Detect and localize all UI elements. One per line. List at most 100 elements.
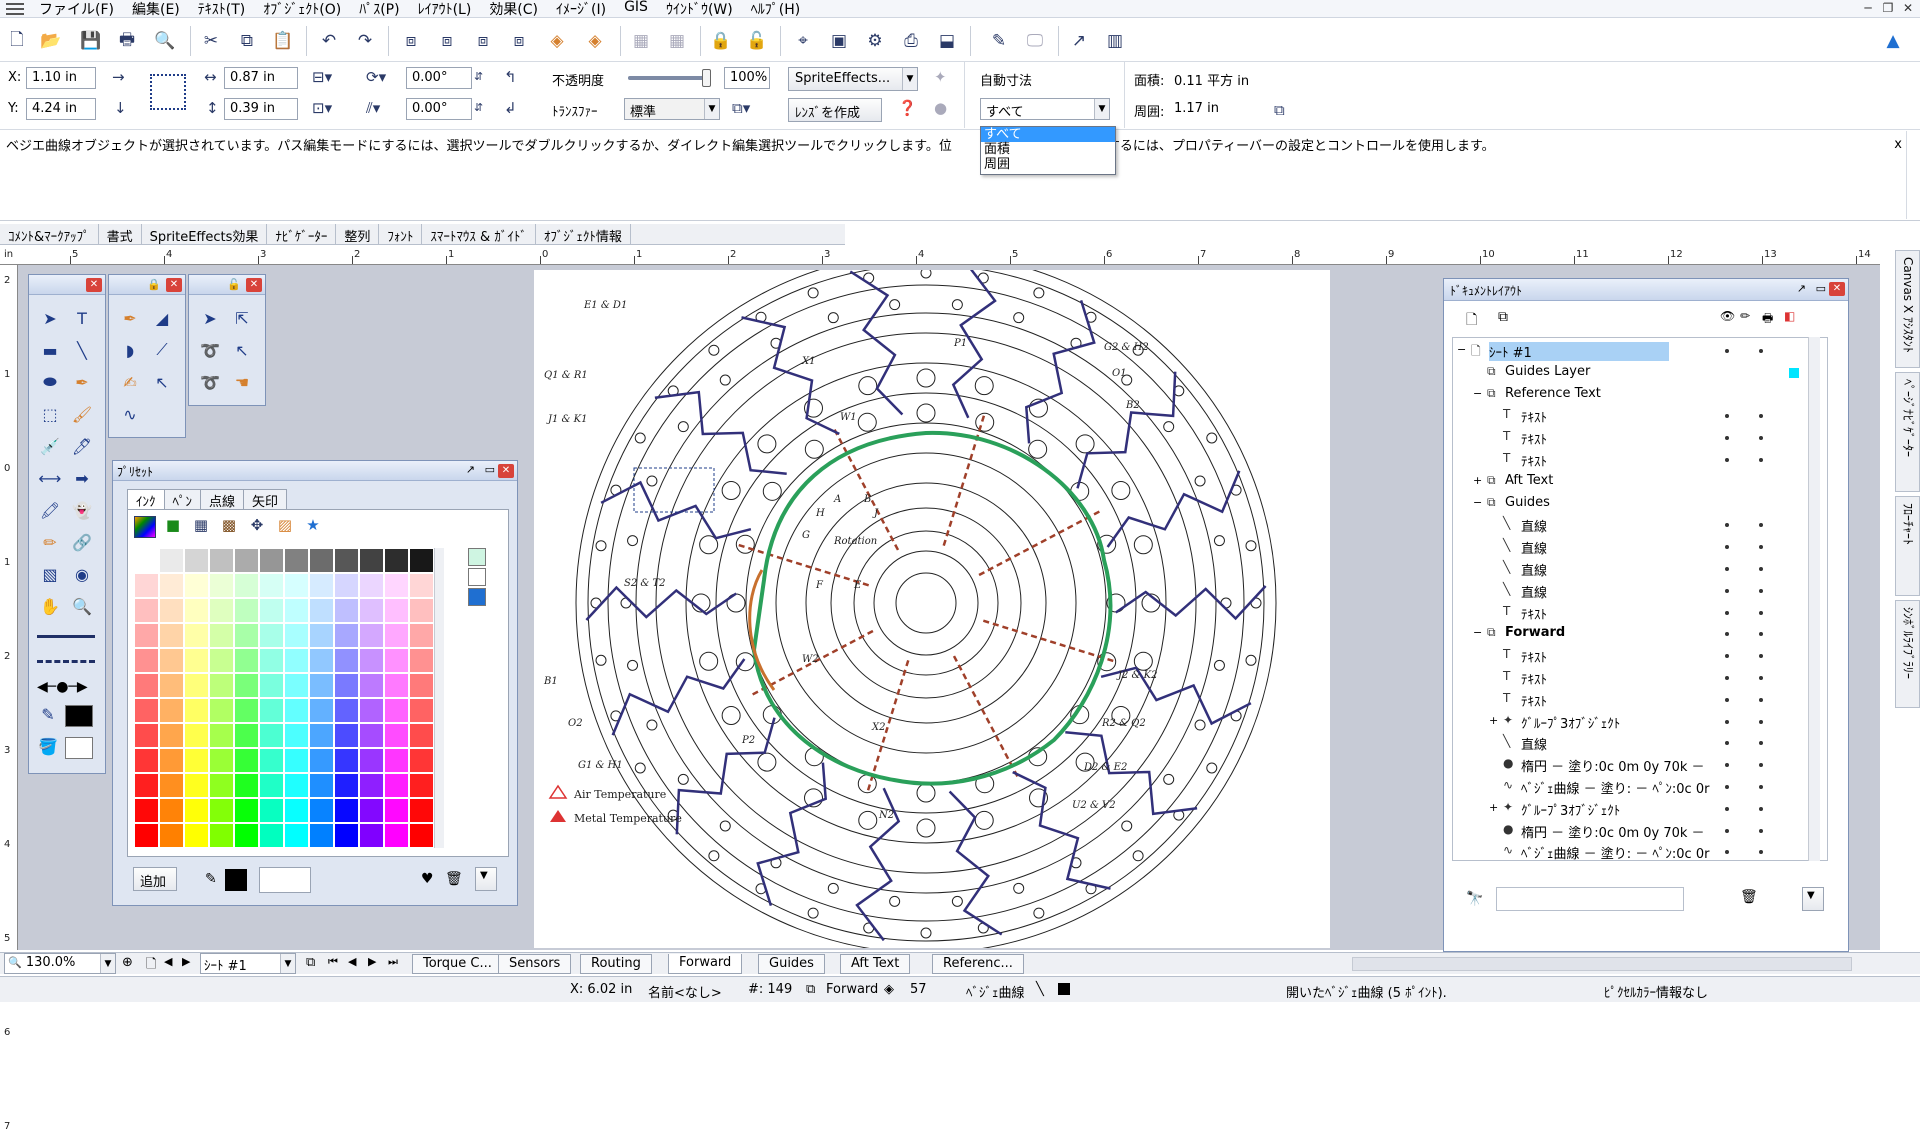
prev-sheet-icon[interactable]: ◀ xyxy=(164,955,172,968)
opacity-slider[interactable] xyxy=(628,69,711,87)
side-tab-0[interactable]: Canvas X ｱｼｽﾀﾝﾄ xyxy=(1895,250,1920,368)
align-menu-icon[interactable]: ⊟▾ xyxy=(312,68,332,86)
color-swatch[interactable] xyxy=(309,723,334,748)
pattern-preset-icon[interactable]: ✥ xyxy=(246,516,268,538)
flip-vertical-icon[interactable]: ↲ xyxy=(504,99,517,117)
color-swatch[interactable] xyxy=(134,698,159,723)
color-swatch[interactable] xyxy=(384,623,409,648)
visibility-icon[interactable]: 👁 xyxy=(1720,309,1735,323)
effects-icon[interactable]: ✦ xyxy=(934,68,947,86)
hint-close-button[interactable]: x xyxy=(1894,137,1902,152)
color-swatch[interactable] xyxy=(334,648,359,673)
color-swatch[interactable] xyxy=(134,798,159,823)
color-swatch[interactable] xyxy=(159,748,184,773)
expand-toggle-icon[interactable]: − xyxy=(1473,496,1482,509)
tree-row[interactable]: ● 楕円 － 塗り:0c 0m 0y 70k － xyxy=(1457,822,1827,841)
redo-icon[interactable]: ↷ xyxy=(352,28,378,54)
arrow-style-icon[interactable]: ◀─●─▶ xyxy=(37,679,88,695)
color-swatch[interactable] xyxy=(384,573,409,598)
color-swatch[interactable] xyxy=(384,798,409,823)
color-swatch[interactable] xyxy=(284,723,309,748)
next-sheet-icon[interactable]: ▶ xyxy=(182,955,190,968)
app-menu-icon[interactable] xyxy=(6,2,24,15)
freehand-tool-icon[interactable]: ✍ xyxy=(117,369,143,395)
color-swatch[interactable] xyxy=(184,823,209,848)
preset-menu-button[interactable]: ▼ xyxy=(475,867,497,891)
color-swatch[interactable] xyxy=(209,823,234,848)
menu-item-6[interactable]: 効果(C) xyxy=(480,0,547,19)
tree-row[interactable]: T ﾃｷｽﾄ xyxy=(1457,451,1827,470)
color-swatch[interactable] xyxy=(384,648,409,673)
hand-tool-icon[interactable]: ✋ xyxy=(37,593,63,619)
color-swatch[interactable] xyxy=(259,548,284,573)
color-swatch[interactable] xyxy=(334,798,359,823)
print-icon[interactable]: 🖶 xyxy=(1762,309,1773,330)
line-tool-icon[interactable]: ╲ xyxy=(69,337,95,363)
opacity-slider-thumb[interactable] xyxy=(702,69,711,87)
height-input[interactable]: 0.39 in xyxy=(224,98,298,120)
color-icon[interactable]: ◧ xyxy=(1784,309,1795,323)
visibility-dot[interactable] xyxy=(1759,414,1763,419)
lock-icon[interactable]: 🔓 xyxy=(227,278,241,291)
panel-tab-0[interactable]: ｺﾒﾝﾄ&ﾏｰｸｱｯﾌﾟ xyxy=(0,224,99,245)
vertical-ruler[interactable]: 2 1 0 1 2 3 4 5 6 7 xyxy=(0,265,18,1132)
color-swatch[interactable] xyxy=(209,648,234,673)
sprite-effects-button[interactable]: SpriteEffects... ▼ xyxy=(788,67,918,91)
visibility-dot[interactable] xyxy=(1725,414,1729,419)
monitor-icon[interactable]: 🖵 xyxy=(1022,28,1048,54)
color-swatch[interactable] xyxy=(309,573,334,598)
new-page-icon[interactable]: 🗋 xyxy=(1466,309,1477,333)
color-swatch[interactable] xyxy=(209,773,234,798)
bar-chart-icon[interactable]: ▥ xyxy=(1102,28,1128,54)
color-swatch[interactable] xyxy=(359,598,384,623)
color-swatch[interactable] xyxy=(184,798,209,823)
color-swatch[interactable] xyxy=(259,823,284,848)
page-tab-0[interactable]: Torque C... xyxy=(412,954,503,974)
color-swatch[interactable] xyxy=(134,548,159,573)
tree-row[interactable]: + ✦ ｸﾞﾙｰﾌﾟ3ｵﾌﾞｼﾞｪｸﾄ xyxy=(1457,800,1827,819)
close-icon[interactable]: ✕ xyxy=(1898,1,1918,17)
close-icon[interactable]: ✕ xyxy=(498,464,514,478)
select-tool-icon[interactable]: ➤ xyxy=(197,305,223,331)
paste-icon[interactable]: 📋 xyxy=(270,28,296,54)
direct-select-icon[interactable]: ⇱ xyxy=(229,305,255,331)
color-swatch[interactable] xyxy=(284,673,309,698)
color-swatch[interactable] xyxy=(234,798,259,823)
bowl-tool-icon[interactable]: ◗ xyxy=(117,337,143,363)
menu-item-2[interactable]: ﾃｷｽﾄ(T) xyxy=(189,0,254,19)
visibility-dot[interactable] xyxy=(1725,654,1729,659)
color-swatch[interactable] xyxy=(234,773,259,798)
color-swatch[interactable] xyxy=(134,773,159,798)
menu-item-3[interactable]: ｵﾌﾞｼﾞｪｸﾄ(O) xyxy=(254,0,350,19)
fill-swatch-button[interactable] xyxy=(259,867,311,893)
color-swatch[interactable] xyxy=(284,648,309,673)
curve-tool-icon[interactable]: ∿ xyxy=(117,401,143,427)
color-swatch[interactable] xyxy=(234,748,259,773)
color-swatch[interactable] xyxy=(359,723,384,748)
color-swatch[interactable] xyxy=(259,623,284,648)
swatch-scrollbar[interactable] xyxy=(434,548,444,848)
visibility-dot[interactable] xyxy=(1725,458,1729,462)
color-swatch[interactable] xyxy=(159,573,184,598)
print-icon[interactable]: 🖶 xyxy=(114,28,140,54)
copy-measure-icon[interactable]: ⧉ xyxy=(1274,101,1285,119)
image-tool-icon[interactable]: ▧ xyxy=(37,561,63,587)
expand-toggle-icon[interactable]: + xyxy=(1489,714,1498,727)
color-swatch[interactable] xyxy=(259,698,284,723)
ghost-tool-icon[interactable]: 👻 xyxy=(69,497,95,523)
opacity-input[interactable]: 100% xyxy=(724,67,770,89)
print-preview-icon[interactable]: 🔍 xyxy=(152,28,178,54)
visibility-dot[interactable] xyxy=(1725,828,1729,833)
visibility-dot[interactable] xyxy=(1759,436,1763,441)
sprite-icon[interactable]: ⬓ xyxy=(934,28,960,54)
visibility-dot[interactable] xyxy=(1725,676,1729,680)
visibility-dot[interactable] xyxy=(1725,850,1729,855)
color-swatch[interactable] xyxy=(334,573,359,598)
color-swatch[interactable] xyxy=(334,598,359,623)
visibility-dot[interactable] xyxy=(1725,545,1729,550)
color-swatch[interactable] xyxy=(209,798,234,823)
expand-toggle-icon[interactable]: − xyxy=(1473,626,1482,639)
screen-capture-icon[interactable]: ⎙ xyxy=(898,28,924,54)
sheet-select[interactable]: ｼｰﾄ #1 ▼ xyxy=(200,953,296,974)
visibility-dot[interactable] xyxy=(1759,719,1763,724)
